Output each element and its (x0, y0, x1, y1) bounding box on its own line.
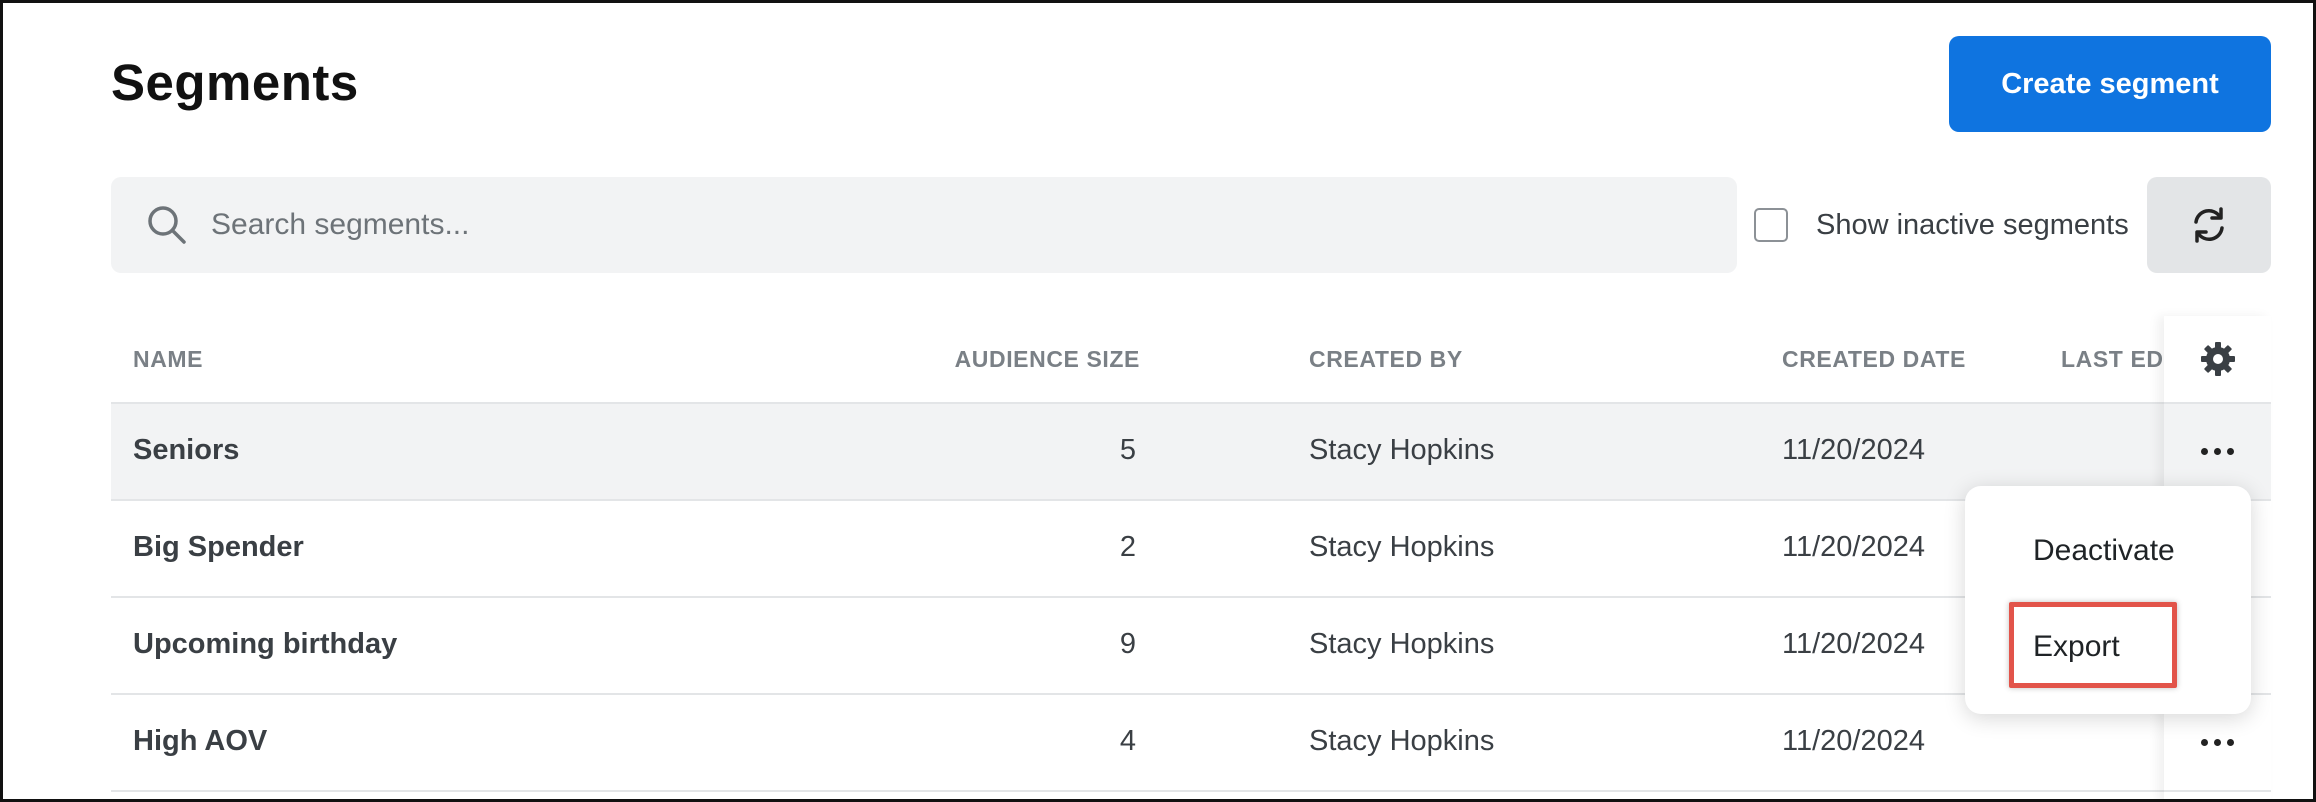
column-header-audience-size[interactable]: AUDIENCE SIZE (955, 346, 1140, 373)
search-box[interactable] (111, 177, 1737, 273)
table-row[interactable]: High AOV 4 Stacy Hopkins 11/20/2024 (111, 695, 2271, 792)
column-header-name[interactable]: NAME (133, 346, 203, 373)
audience-size: 9 (1119, 628, 1136, 660)
row-actions-menu: Deactivate Export (1965, 486, 2251, 714)
column-header-last-edited[interactable]: LAST EDI (2061, 346, 2171, 373)
more-horizontal-icon[interactable] (2201, 448, 2234, 455)
created-by: Stacy Hopkins (1309, 531, 1495, 563)
segments-table: NAME AUDIENCE SIZE CREATED BY CREATED DA… (111, 316, 2271, 792)
table-row[interactable]: Seniors 5 Stacy Hopkins 11/20/2024 (111, 404, 2271, 501)
app-frame: Segments Create segment Show inactive se… (0, 0, 2316, 802)
created-date: 11/20/2024 (1782, 434, 1925, 466)
segment-name[interactable]: Big Spender (133, 531, 304, 564)
table-row[interactable]: Big Spender 2 Stacy Hopkins 11/20/2024 (111, 501, 2271, 598)
menu-item-deactivate[interactable]: Deactivate (2033, 534, 2175, 568)
refresh-icon (2194, 207, 2224, 243)
segment-name[interactable]: High AOV (133, 725, 267, 758)
created-by: Stacy Hopkins (1309, 725, 1495, 757)
show-inactive-checkbox[interactable] (1754, 208, 1788, 242)
created-by: Stacy Hopkins (1309, 434, 1495, 466)
audience-size: 4 (1119, 725, 1136, 757)
show-inactive-label[interactable]: Show inactive segments (1816, 209, 2129, 242)
segment-name[interactable]: Upcoming birthday (133, 628, 397, 661)
column-header-created-by[interactable]: CREATED BY (1309, 346, 1463, 373)
created-date: 11/20/2024 (1782, 531, 1925, 563)
column-settings-button[interactable] (2164, 316, 2271, 404)
page-title: Segments (111, 54, 359, 111)
menu-item-export[interactable]: Export (2033, 630, 2120, 664)
refresh-button[interactable] (2147, 177, 2271, 273)
audience-size: 2 (1119, 531, 1136, 563)
table-row[interactable]: Upcoming birthday 9 Stacy Hopkins 11/20/… (111, 598, 2271, 695)
table-header: NAME AUDIENCE SIZE CREATED BY CREATED DA… (111, 316, 2271, 404)
created-by: Stacy Hopkins (1309, 628, 1495, 660)
audience-size: 5 (1119, 434, 1136, 466)
more-horizontal-icon[interactable] (2201, 739, 2234, 746)
create-segment-button[interactable]: Create segment (1949, 36, 2271, 132)
search-input[interactable] (211, 195, 1737, 255)
segment-name[interactable]: Seniors (133, 434, 239, 467)
gear-icon (2200, 342, 2235, 376)
column-header-created-date[interactable]: CREATED DATE (1782, 346, 1966, 373)
created-date: 11/20/2024 (1782, 628, 1925, 660)
search-icon (148, 206, 186, 244)
created-date: 11/20/2024 (1782, 725, 1925, 757)
